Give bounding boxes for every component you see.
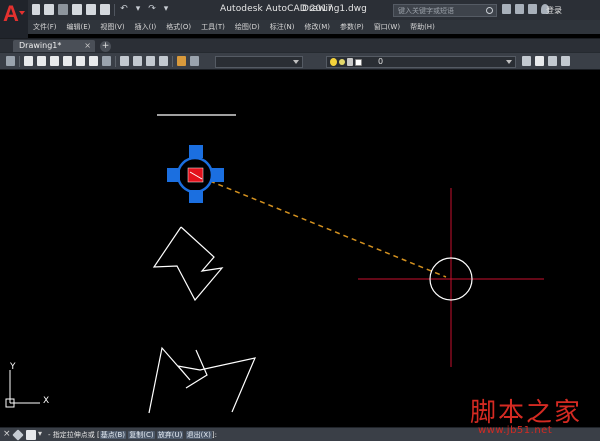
save-icon[interactable] <box>72 4 82 15</box>
menu-insert[interactable]: 插入(I) <box>130 20 162 34</box>
save-as-icon[interactable] <box>86 4 96 15</box>
polyline-arrow-shape[interactable] <box>152 226 224 302</box>
view-front-icon[interactable] <box>24 56 33 66</box>
redo-icon[interactable]: ↷ <box>147 4 157 15</box>
menu-dimension[interactable]: 标注(N) <box>265 20 300 34</box>
view-bottom-icon[interactable] <box>89 56 98 66</box>
chevron-down-icon <box>293 60 299 64</box>
menu-draw[interactable]: 绘图(D) <box>230 20 265 34</box>
help-icon[interactable] <box>502 4 511 14</box>
quick-access-toolbar: ↶ ▾ ↷ ▾ <box>32 4 171 16</box>
view-iso-icon[interactable] <box>102 56 111 66</box>
visual-style-icon[interactable] <box>133 56 142 66</box>
material-icon[interactable] <box>146 56 155 66</box>
command-prompt: - 指定拉伸点或 [ <box>48 431 100 439</box>
drawing-area[interactable]: Y X <box>0 70 600 427</box>
search-box[interactable] <box>393 4 497 17</box>
workspace-dropdown[interactable] <box>215 56 303 68</box>
layer-state-icons <box>330 58 362 66</box>
menu-parametric[interactable]: 参数(P) <box>335 20 369 34</box>
chevron-down-icon <box>19 11 25 15</box>
view-back-icon[interactable] <box>76 56 85 66</box>
standard-toolbar: 0 <box>0 52 600 70</box>
open-folder-icon[interactable] <box>58 4 68 15</box>
grip-bottom[interactable] <box>189 190 203 203</box>
menu-view[interactable]: 视图(V) <box>95 20 129 34</box>
view-right-icon[interactable] <box>63 56 72 66</box>
option-basepoint[interactable]: 基点(B) <box>99 431 126 439</box>
grip-top[interactable] <box>189 145 203 158</box>
print-icon[interactable] <box>100 4 110 15</box>
separator <box>114 4 115 16</box>
document-title: Drawing1.dwg <box>302 4 367 14</box>
undo-icon[interactable]: ↶ <box>119 4 129 15</box>
rubber-band-line <box>209 180 447 278</box>
autocad-logo-icon: A <box>3 1 19 26</box>
wrench-icon[interactable] <box>12 429 24 441</box>
layer-properties-icon[interactable] <box>522 56 531 66</box>
redo-dropdown-icon[interactable]: ▾ <box>161 4 171 15</box>
close-icon[interactable]: × <box>3 429 11 439</box>
close-icon[interactable]: × <box>84 41 91 50</box>
star-icon[interactable] <box>528 4 537 14</box>
option-exit[interactable]: 退出(X) <box>185 431 212 439</box>
light-icon[interactable] <box>159 56 168 66</box>
menu-tools[interactable]: 工具(T) <box>196 20 230 34</box>
application-menu-button[interactable]: A <box>0 0 28 38</box>
layer-states-icon[interactable] <box>561 56 570 66</box>
title-icons <box>502 4 549 14</box>
new-file-icon[interactable] <box>44 4 54 15</box>
make-current-icon[interactable] <box>535 56 544 66</box>
login-link[interactable]: 登录 <box>546 5 562 16</box>
option-copy[interactable]: 复制(C) <box>128 431 155 439</box>
separator <box>19 56 20 67</box>
view-left-icon[interactable] <box>50 56 59 66</box>
layer-lock-icon <box>347 58 353 66</box>
command-suffix: ]: <box>211 431 217 439</box>
binoculars-search-icon[interactable] <box>486 7 493 14</box>
menu-format[interactable]: 格式(O) <box>161 20 196 34</box>
polyline-zigzag-shape[interactable] <box>148 346 257 414</box>
layer-color-swatch <box>355 58 362 66</box>
exchange-icon[interactable] <box>515 4 524 14</box>
layer-name: 0 <box>378 57 384 66</box>
menu-window[interactable]: 窗口(W) <box>369 20 405 34</box>
render-icon[interactable] <box>120 56 129 66</box>
menu-edit[interactable]: 编辑(E) <box>62 20 96 34</box>
chevron-down-icon <box>506 60 512 64</box>
toolbar-group-layer <box>522 56 570 66</box>
title-bar: ↶ ▾ ↷ ▾ Autodesk AutoCAD 2017 Drawing1.d… <box>0 0 600 20</box>
recent-commands-dropdown[interactable]: ▾ <box>38 429 42 438</box>
search-input[interactable] <box>398 5 478 16</box>
undo-dropdown-icon[interactable]: ▾ <box>133 4 143 15</box>
tab-label: Drawing1* <box>19 41 62 50</box>
new-tab-button[interactable]: + <box>100 41 111 52</box>
grip-right[interactable] <box>211 168 224 182</box>
file-tab-bar: Drawing1* × + <box>0 38 600 53</box>
settings-icon[interactable] <box>190 56 199 66</box>
command-prompt-text: - 指定拉伸点或 [基点(B) 复制(C) 放弃(U) 退出(X)]: <box>48 430 217 440</box>
layer-previous-icon[interactable] <box>548 56 557 66</box>
command-line[interactable]: × ▾ - 指定拉伸点或 [基点(B) 复制(C) 放弃(U) 退出(X)]: <box>0 427 600 441</box>
option-undo[interactable]: 放弃(U) <box>156 431 184 439</box>
separator <box>172 56 173 67</box>
menu-file[interactable]: 文件(F) <box>28 20 62 34</box>
menu-help[interactable]: 帮助(H) <box>405 20 440 34</box>
menu-bar: 文件(F) 编辑(E) 视图(V) 插入(I) 格式(O) 工具(T) 绘图(D… <box>28 20 600 34</box>
toolbar-group-file <box>6 56 199 67</box>
menu-icon[interactable] <box>32 4 40 15</box>
workspace-icon[interactable] <box>6 56 15 66</box>
ucs-y-label: Y <box>9 362 16 372</box>
layer-on-icon <box>330 58 337 66</box>
layer-thaw-icon <box>339 59 345 65</box>
grip-left[interactable] <box>167 168 180 182</box>
layer-dropdown[interactable]: 0 <box>326 56 516 68</box>
view-top-icon[interactable] <box>37 56 46 66</box>
home-view-icon[interactable] <box>177 56 186 66</box>
separator <box>115 56 116 67</box>
ucs-x-label: X <box>43 396 49 406</box>
menu-modify[interactable]: 修改(M) <box>299 20 335 34</box>
command-prompt-icon[interactable] <box>26 430 36 440</box>
model-space[interactable]: Y X <box>0 70 600 427</box>
